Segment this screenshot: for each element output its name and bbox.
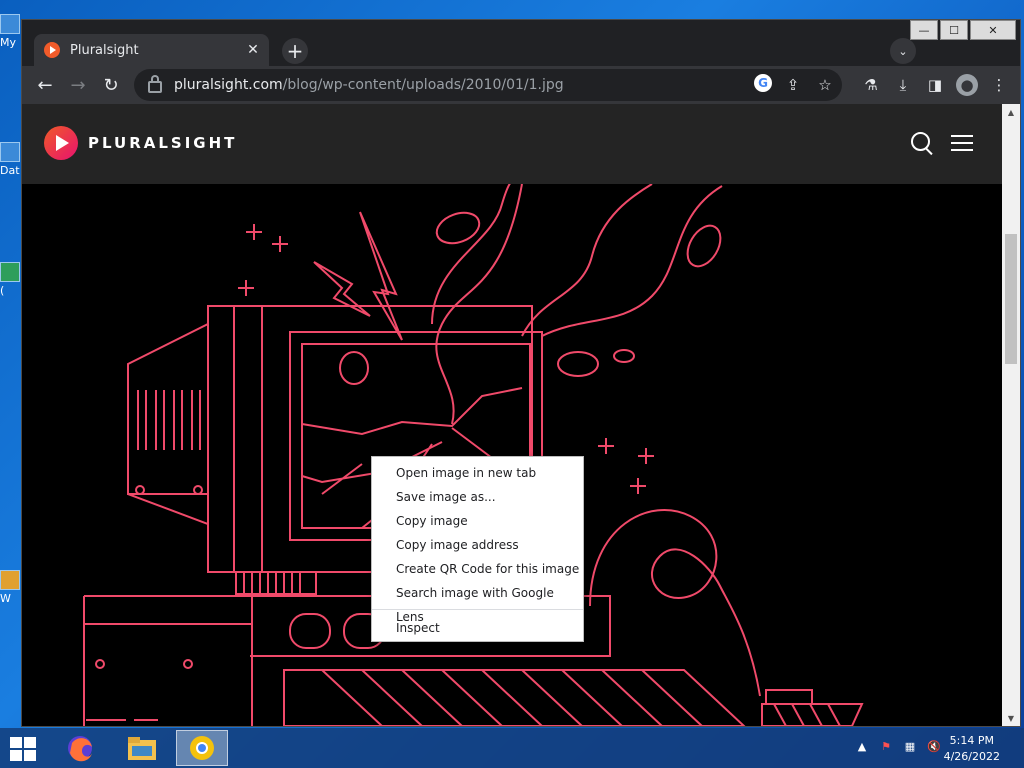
desktop-icon-dat[interactable]: Dat xyxy=(0,142,22,177)
browser-toolbar: ← → ↻ pluralsight.com/blog/wp-content/up… xyxy=(22,66,1020,104)
clock-time: 5:14 PM xyxy=(949,734,994,747)
pluralsight-favicon-icon xyxy=(44,42,60,58)
star-icon[interactable]: ☆ xyxy=(814,74,836,96)
profile-avatar-icon[interactable]: ● xyxy=(956,74,978,96)
folder-icon xyxy=(128,737,156,760)
window-controls: — ☐ ✕ xyxy=(908,20,1016,40)
menu-item-copy-image[interactable]: Copy image xyxy=(372,509,583,533)
volume-muted-icon[interactable]: 🔇 xyxy=(924,740,944,753)
menu-item-save-image-as[interactable]: Save image as... xyxy=(372,485,583,509)
side-panel-icon[interactable]: ◨ xyxy=(924,74,946,96)
system-clock[interactable]: 5:14 PM 4/26/2022 xyxy=(944,733,1000,765)
taskbar: ▲ ⚑ ▦ 🔇 5:14 PM 4/26/2022 xyxy=(0,728,1024,768)
menu-item-open-image-new-tab[interactable]: Open image in new tab xyxy=(372,461,583,485)
share-icon[interactable]: ⇪ xyxy=(782,74,804,96)
taskbar-file-explorer[interactable] xyxy=(116,730,168,766)
back-button[interactable]: ← xyxy=(34,74,56,96)
page-scrollbar[interactable]: ▲ ▼ xyxy=(1002,104,1020,726)
app-icon xyxy=(0,262,20,282)
computer-icon xyxy=(0,14,20,34)
app-icon xyxy=(0,570,20,590)
image-context-menu: Open image in new tab Save image as... C… xyxy=(371,456,584,642)
hero-illustration[interactable] xyxy=(22,184,1002,726)
close-window-button[interactable]: ✕ xyxy=(970,20,1016,40)
chrome-menu-icon[interactable]: ⋮ xyxy=(988,74,1010,96)
desktop-icon-4[interactable]: W xyxy=(0,570,22,605)
url-host: pluralsight.com xyxy=(174,77,283,93)
download-icon[interactable]: ⤓ xyxy=(892,74,914,96)
pluralsight-logo-icon[interactable] xyxy=(44,126,78,160)
scroll-thumb[interactable] xyxy=(1005,234,1017,364)
google-lens-icon[interactable]: G xyxy=(754,74,772,92)
tab-search-button[interactable]: ⌄ xyxy=(890,38,916,64)
start-button-windows-icon[interactable] xyxy=(10,737,38,761)
desktop-icon-label: W xyxy=(0,592,11,605)
firefox-icon xyxy=(68,736,92,762)
tab-title: Pluralsight xyxy=(70,42,139,58)
taskbar-chrome[interactable] xyxy=(176,730,228,766)
taskbar-firefox[interactable] xyxy=(54,730,106,766)
site-search-icon[interactable] xyxy=(911,132,930,151)
labs-flask-icon[interactable]: ⚗ xyxy=(860,74,882,96)
menu-item-copy-image-address[interactable]: Copy image address xyxy=(372,533,583,557)
file-icon xyxy=(0,142,20,162)
desktop-icon-my[interactable]: My xyxy=(0,14,22,49)
omnibox-actions: G ⇪ ☆ xyxy=(744,74,836,96)
scroll-down-icon[interactable]: ▼ xyxy=(1002,710,1020,726)
maximize-button[interactable]: ☐ xyxy=(940,20,968,40)
new-tab-button[interactable]: + xyxy=(282,38,308,64)
menu-item-search-google-lens[interactable]: Search image with Google Lens xyxy=(372,581,583,624)
toolbar-actions: ⚗ ⤓ ◨ ● ⋮ xyxy=(850,74,1010,96)
reload-button[interactable]: ↻ xyxy=(100,74,122,96)
clock-date: 4/26/2022 xyxy=(943,750,1000,763)
desktop-icon-label: Dat xyxy=(0,164,20,177)
forward-button[interactable]: → xyxy=(67,74,89,96)
system-tray: ▲ ⚑ ▦ 🔇 xyxy=(852,740,948,753)
scroll-up-icon[interactable]: ▲ xyxy=(1002,104,1020,120)
desktop-icon-label: ( xyxy=(0,284,5,297)
chrome-icon xyxy=(190,736,214,760)
desktop-icon-label: My xyxy=(0,36,17,49)
desktop-icon-3[interactable]: ( xyxy=(0,262,22,297)
show-hidden-icons-icon[interactable]: ▲ xyxy=(852,740,872,753)
tab-pluralsight[interactable]: Pluralsight ✕ xyxy=(34,34,269,66)
menu-item-inspect[interactable]: Inspect xyxy=(372,616,583,640)
close-tab-icon[interactable]: ✕ xyxy=(243,42,263,58)
site-brand-name: PLURALSIGHT xyxy=(88,134,238,152)
action-center-flag-icon[interactable]: ⚑ xyxy=(876,740,896,753)
menu-item-create-qr-code[interactable]: Create QR Code for this image xyxy=(372,557,583,581)
lock-icon[interactable] xyxy=(148,75,162,93)
minimize-button[interactable]: — xyxy=(910,20,938,40)
site-header: PLURALSIGHT xyxy=(22,104,1002,184)
network-icon[interactable]: ▦ xyxy=(900,740,920,753)
url-path: /blog/wp-content/uploads/2010/01/1.jpg xyxy=(282,77,564,93)
address-bar[interactable]: pluralsight.com/blog/wp-content/uploads/… xyxy=(134,69,842,101)
site-menu-icon[interactable] xyxy=(951,135,973,151)
